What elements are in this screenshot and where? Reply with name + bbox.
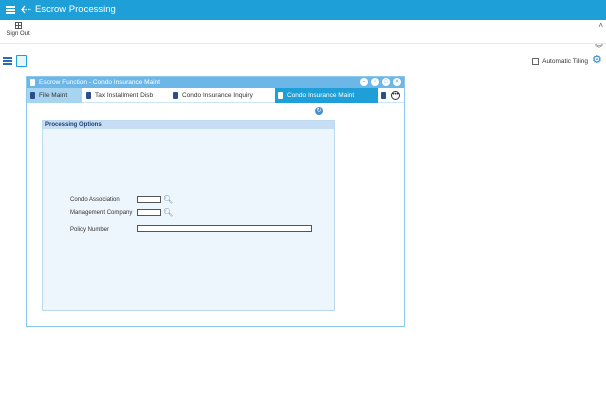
back-icon[interactable] [21, 5, 32, 14]
management-company-label: Management Company [70, 210, 133, 216]
tab-overflow-document-icon[interactable] [381, 92, 386, 99]
panel-header: Processing Options [43, 121, 334, 129]
management-company-input[interactable] [137, 209, 161, 216]
tab-document-icon [173, 92, 178, 99]
more-tabs-icon[interactable]: ••• [391, 91, 400, 100]
window-close-icon[interactable]: × [393, 78, 401, 86]
collapse-down-icon[interactable]: ︾ [595, 43, 603, 54]
header-divider [0, 43, 606, 44]
tab-tax-installment-disb[interactable]: Tax Installment Disb [83, 88, 169, 103]
settings-icon[interactable]: ⚙ [592, 55, 603, 66]
app-title: Escrow Processing [35, 4, 116, 15]
tab-document-icon [30, 92, 35, 99]
condo-association-input[interactable] [137, 196, 161, 203]
window-title: Escrow Function - Condo Insurance Maint [39, 78, 161, 86]
automatic-tiling-label: Automatic Tiling [542, 58, 588, 65]
window-controls: – ▫ □ × [360, 78, 401, 86]
collapse-up-icon[interactable]: ˄ [598, 21, 603, 30]
automatic-tiling-checkbox[interactable] [532, 58, 540, 65]
window-tile-icon[interactable]: ▫ [371, 78, 379, 86]
window-maximize-icon[interactable]: □ [382, 78, 390, 86]
condo-association-lookup-icon[interactable]: 🔍︎ [163, 195, 173, 204]
top-bar: Escrow Processing [0, 0, 606, 20]
window-tabs: File Maint Tax Installment Disb Condo In… [27, 88, 404, 103]
tab-file-maint[interactable]: File Maint [27, 88, 82, 103]
list-icon[interactable] [3, 57, 12, 65]
refresh-icon[interactable]: ↻ [315, 107, 323, 115]
condo-association-label: Condo Association [70, 197, 120, 203]
window-title-bar[interactable]: Escrow Function - Condo Insurance Maint … [27, 77, 404, 88]
window-minimize-icon[interactable]: – [360, 78, 368, 86]
tab-document-icon [86, 92, 91, 99]
management-company-lookup-icon[interactable]: 🔍︎ [163, 208, 173, 217]
document-icon[interactable] [16, 55, 27, 67]
hamburger-icon[interactable] [6, 6, 15, 14]
tab-condo-insurance-inquiry[interactable]: Condo Insurance Inquiry [170, 88, 274, 103]
sign-out-icon [14, 22, 22, 29]
tab-document-icon [278, 92, 283, 99]
processing-options-panel: Processing Options Condo Association 🔍︎ … [42, 120, 335, 311]
sign-out-button[interactable]: Sign Out [4, 22, 32, 37]
tab-condo-insurance-maint[interactable]: Condo Insurance Maint [275, 88, 378, 103]
policy-number-label: Policy Number [70, 227, 110, 233]
escrow-function-window: Escrow Function - Condo Insurance Maint … [26, 76, 405, 327]
panel-title: Processing Options [45, 121, 102, 128]
automatic-tiling-toggle[interactable]: Automatic Tiling [532, 58, 588, 65]
window-document-icon [30, 79, 35, 86]
policy-number-input[interactable] [137, 225, 312, 232]
sign-out-label: Sign Out [6, 31, 30, 37]
